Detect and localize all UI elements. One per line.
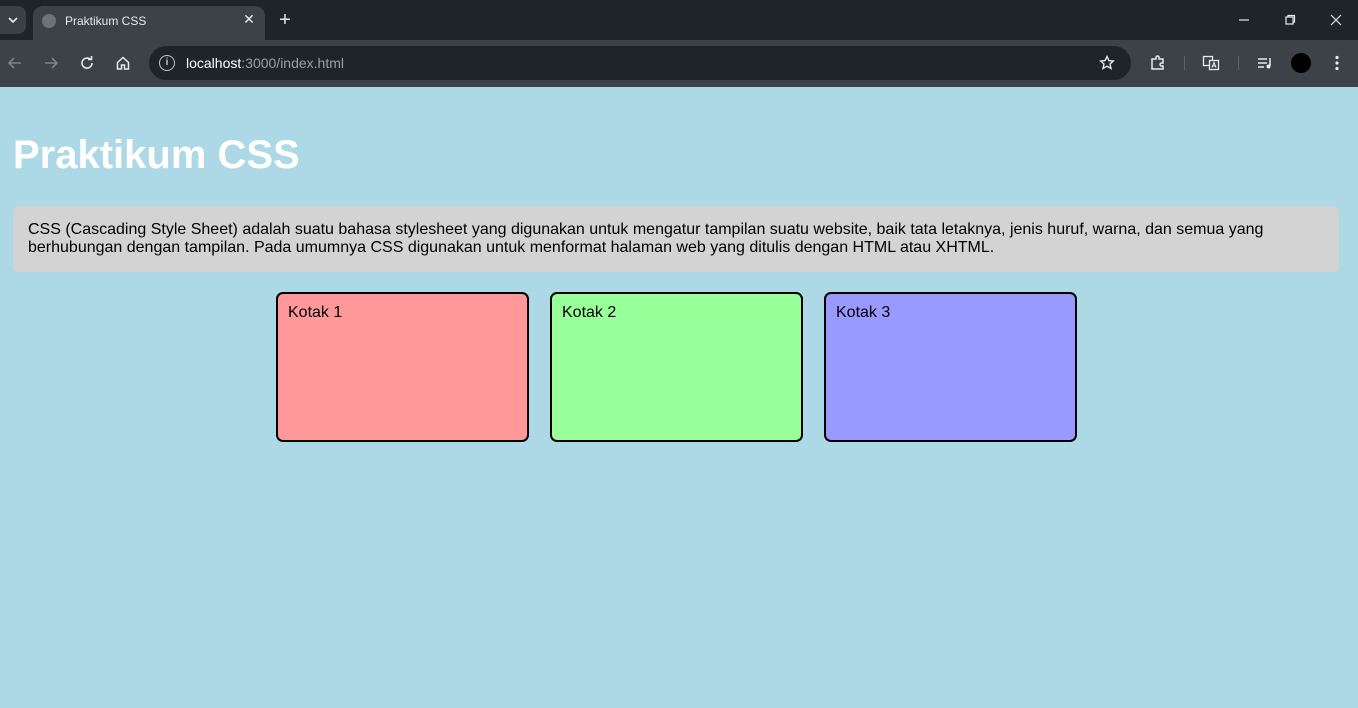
reload-icon bbox=[81, 56, 93, 69]
home-button[interactable] bbox=[112, 52, 134, 74]
box-1: Kotak 1 bbox=[276, 292, 529, 442]
close-icon[interactable]: ✕ bbox=[241, 11, 257, 27]
url-path: :3000/index.html bbox=[241, 55, 344, 71]
tab-title: Praktikum CSS bbox=[65, 14, 147, 28]
tab-strip: Praktikum CSS ✕ + bbox=[0, 0, 1358, 40]
arrow-left-icon bbox=[7, 57, 21, 69]
new-tab-button[interactable]: + bbox=[276, 10, 294, 30]
page-title: Praktikum CSS bbox=[13, 133, 300, 177]
globe-icon bbox=[42, 14, 56, 28]
box-container: Kotak 1 Kotak 2 Kotak 3 bbox=[276, 292, 1077, 442]
arrow-right-icon bbox=[45, 57, 59, 69]
minimize-button[interactable] bbox=[1235, 12, 1253, 28]
translate-icon[interactable] bbox=[1200, 52, 1222, 74]
url-host: localhost bbox=[186, 55, 242, 71]
bookmark-star-icon[interactable] bbox=[1097, 53, 1117, 73]
browser-toolbar: i localhost:3000/index.html bbox=[0, 40, 1358, 87]
tab-search-button[interactable] bbox=[0, 6, 26, 34]
close-icon bbox=[1330, 14, 1342, 26]
description-panel: CSS (Cascading Style Sheet) adalah suatu… bbox=[13, 206, 1339, 272]
tab-active[interactable]: Praktikum CSS ✕ bbox=[33, 6, 265, 40]
media-queue-icon[interactable] bbox=[1254, 52, 1276, 74]
restore-icon bbox=[1285, 14, 1296, 25]
restore-button[interactable] bbox=[1281, 12, 1299, 28]
extensions-icon[interactable] bbox=[1147, 52, 1169, 74]
home-icon bbox=[116, 56, 130, 70]
forward-button[interactable] bbox=[40, 52, 62, 74]
profile-avatar[interactable] bbox=[1291, 53, 1311, 73]
page-content: Praktikum CSS CSS (Cascading Style Sheet… bbox=[0, 87, 1358, 708]
box-3: Kotak 3 bbox=[824, 292, 1077, 442]
reload-button[interactable] bbox=[76, 52, 98, 74]
more-menu-icon[interactable] bbox=[1326, 52, 1348, 74]
url-text: localhost:3000/index.html bbox=[186, 55, 344, 71]
close-window-button[interactable] bbox=[1327, 12, 1345, 28]
minimize-icon bbox=[1239, 19, 1249, 21]
toolbar-divider bbox=[1238, 56, 1239, 70]
back-button[interactable] bbox=[4, 52, 26, 74]
chevron-down-icon bbox=[8, 17, 18, 24]
address-bar[interactable]: i localhost:3000/index.html bbox=[149, 46, 1131, 80]
box-2: Kotak 2 bbox=[550, 292, 803, 442]
info-icon[interactable]: i bbox=[159, 55, 175, 71]
toolbar-divider bbox=[1184, 56, 1185, 70]
